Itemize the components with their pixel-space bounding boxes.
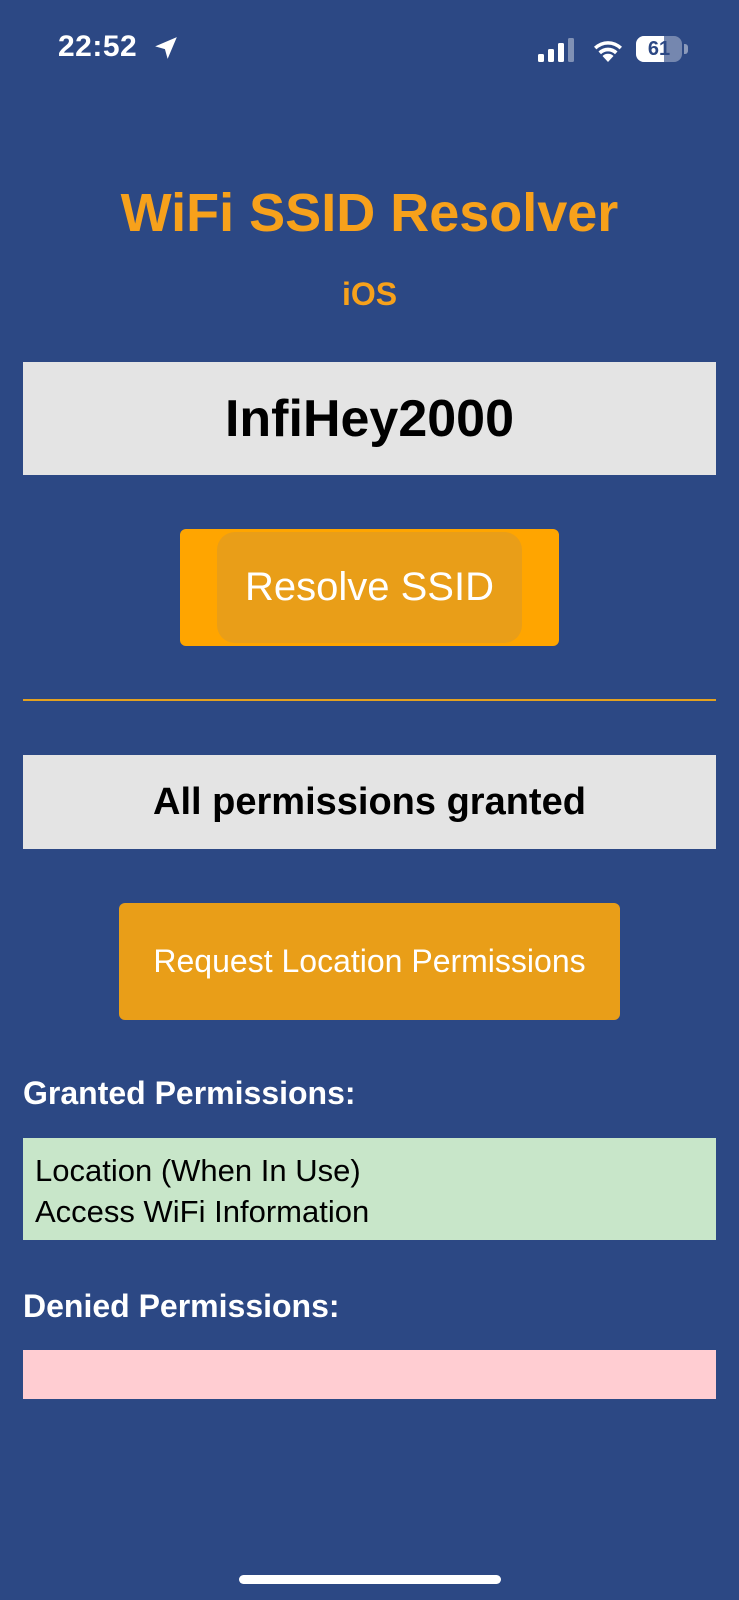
granted-permissions-list: Location (When In Use) Access WiFi Infor… — [23, 1138, 716, 1240]
granted-permission-item: Access WiFi Information — [35, 1194, 370, 1229]
home-indicator[interactable] — [239, 1575, 501, 1584]
denied-permissions-list — [23, 1350, 716, 1399]
wifi-icon — [594, 41, 622, 62]
battery-icon: 61 — [636, 36, 688, 62]
app-subtitle: iOS — [341, 276, 398, 312]
cellular-signal-icon — [538, 38, 574, 62]
battery-cap — [684, 44, 688, 54]
resolve-ssid-button[interactable]: Resolve SSID — [180, 529, 559, 646]
ssid-display: InfiHey2000 — [23, 362, 716, 475]
request-location-permissions-button[interactable]: Request Location Permissions — [119, 903, 620, 1020]
resolve-ssid-label[interactable]: Resolve SSID — [217, 532, 522, 643]
status-time: 22:52 — [58, 30, 138, 63]
granted-permission-item: Location (When In Use) — [35, 1153, 361, 1188]
permission-status: All permissions granted — [23, 755, 716, 849]
status-bar: 22:52 61 — [0, 0, 739, 100]
location-arrow-icon — [155, 37, 177, 59]
section-divider — [23, 699, 716, 701]
battery-level: 61 — [647, 38, 671, 60]
app-title: WiFi SSID Resolver — [120, 183, 619, 243]
granted-permissions-heading: Granted Permissions: — [23, 1075, 356, 1111]
battery-body: 61 — [636, 36, 682, 62]
denied-permissions-heading: Denied Permissions: — [23, 1288, 340, 1324]
